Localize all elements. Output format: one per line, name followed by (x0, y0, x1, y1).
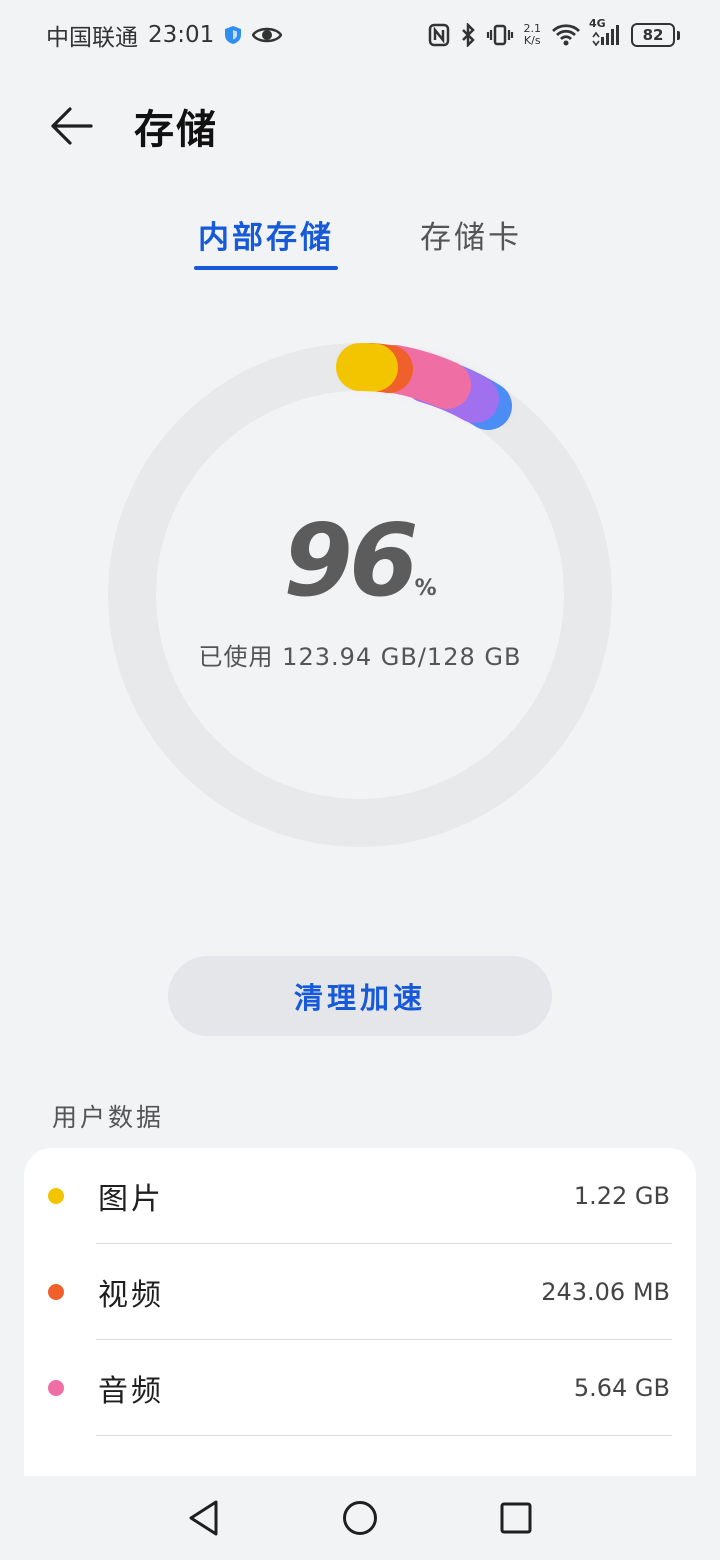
section-title-user-data: 用户数据 (52, 1103, 165, 1132)
network-speed: 2.1 K/s (524, 23, 542, 47)
arrow-left-icon (51, 107, 93, 145)
usage-ring: 96% 已使用 123.94 GB/128 GB (107, 342, 613, 848)
usage-detail: 已使用 123.94 GB/128 GB (198, 643, 522, 671)
status-right: 2.1 K/s 4G 82 (428, 17, 680, 47)
status-left: 中国联通 23:01 (46, 18, 283, 52)
tab-internal-storage[interactable]: 内部存储 (194, 212, 338, 270)
triangle-back-icon (189, 1500, 218, 1536)
speed-unit: K/s (523, 34, 541, 47)
app-header: 存储 (0, 90, 720, 162)
clean-accelerate-button[interactable]: 清理加速 (168, 956, 552, 1036)
storage-tabs: 内部存储 存储卡 (0, 212, 720, 276)
list-item-value: 1.22 GB (573, 1182, 670, 1210)
vibrate-icon (486, 23, 514, 47)
battery-level: 82 (631, 23, 675, 47)
list-item-label: 视频 (98, 1278, 164, 1313)
list-item-videos[interactable]: 视频 243.06 MB (24, 1244, 696, 1340)
back-button[interactable] (36, 90, 108, 162)
page-title: 存储 (134, 107, 218, 153)
list-item-images[interactable]: 图片 1.22 GB (24, 1148, 696, 1244)
list-item-value: 243.06 MB (541, 1278, 670, 1306)
nav-home-button[interactable] (332, 1490, 388, 1546)
battery-icon: 82 (631, 23, 680, 47)
tab-storage-card[interactable]: 存储卡 (420, 212, 522, 270)
carrier-label: 中国联通 (46, 25, 138, 51)
list-item-label: 图片 (98, 1182, 164, 1217)
status-bar: 中国联通 23:01 2.1 K/s 4G 82 (0, 0, 720, 70)
circle-home-icon (343, 1501, 377, 1535)
list-item-label: 音频 (98, 1374, 164, 1409)
clock: 23:01 (148, 22, 215, 48)
shield-icon (224, 25, 242, 45)
usage-percent: 96% (107, 502, 613, 619)
wifi-icon (551, 23, 581, 47)
system-navigation-bar (0, 1476, 720, 1560)
nfc-icon (428, 23, 450, 47)
list-item-audio[interactable]: 音频 5.64 GB (24, 1340, 696, 1436)
eye-icon (252, 25, 283, 45)
audio-color-dot (48, 1380, 64, 1396)
usage-percent-sign: % (414, 576, 437, 601)
nav-recents-button[interactable] (488, 1490, 544, 1546)
videos-color-dot (48, 1284, 64, 1300)
nav-back-button[interactable] (176, 1490, 232, 1546)
ring-segment-images (336, 343, 398, 392)
bluetooth-icon (460, 23, 476, 47)
square-recents-icon (500, 1502, 532, 1534)
usage-percent-value: 96 (283, 502, 418, 619)
network-type: 4G (589, 17, 606, 30)
list-item-value: 5.64 GB (573, 1374, 670, 1402)
user-data-card: 图片 1.22 GB 视频 243.06 MB 音频 5.64 GB (24, 1148, 696, 1488)
images-color-dot (48, 1188, 64, 1204)
cellular-signal-icon: 4G (589, 17, 621, 47)
divider (96, 1435, 672, 1436)
battery-tip (677, 30, 680, 40)
